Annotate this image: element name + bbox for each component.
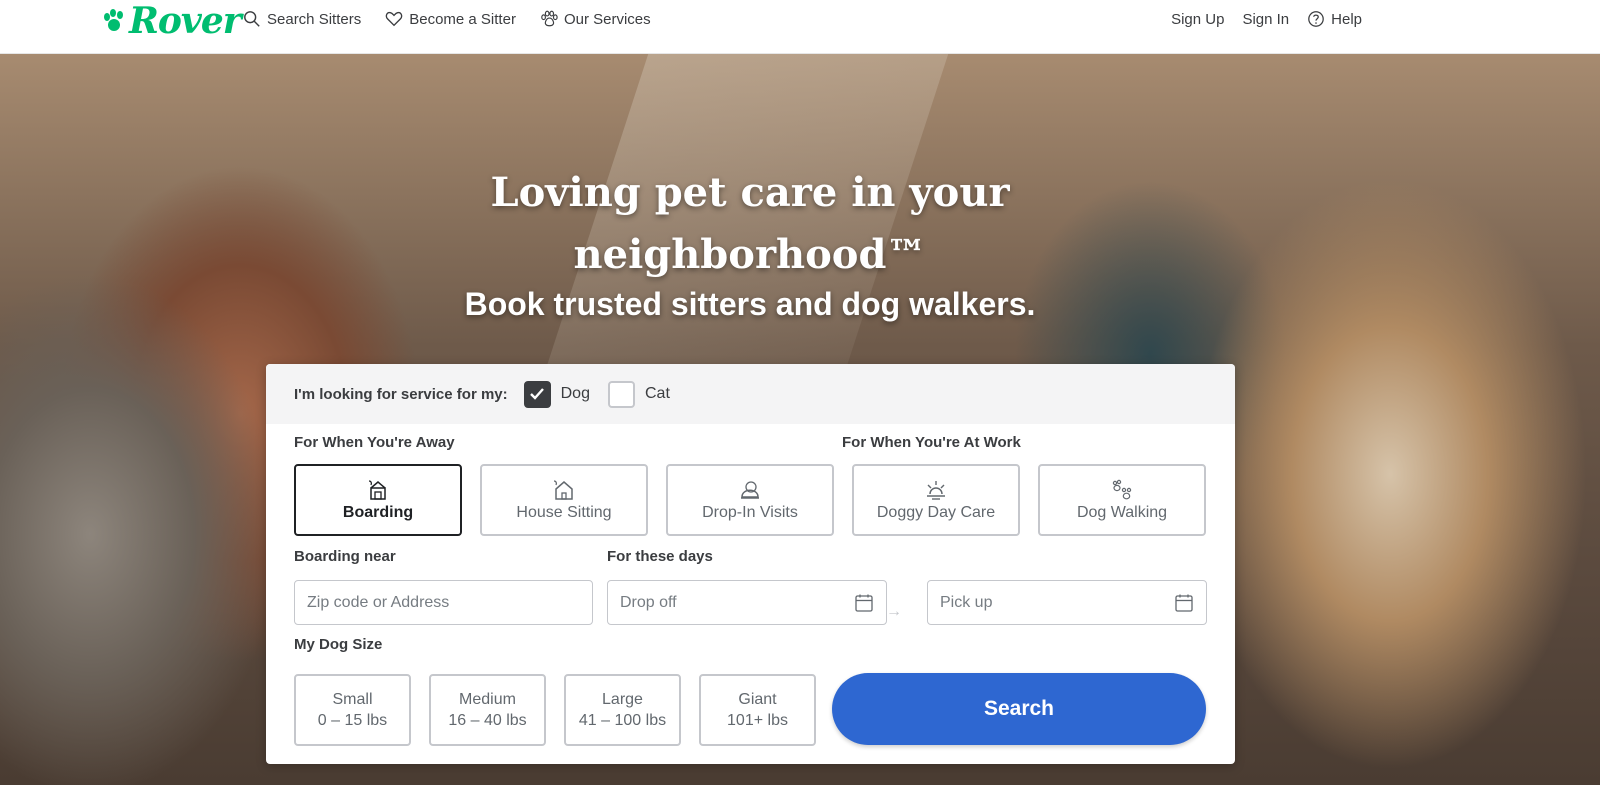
primary-nav: Search Sitters Become a Sitter Our Servi… — [243, 0, 651, 38]
hero-title-line1: Loving pet care in your — [490, 169, 1010, 216]
hero-subtitle: Book trusted sitters and dog walkers. — [464, 286, 1036, 322]
location-input[interactable]: Zip code or Address — [294, 580, 593, 625]
service-options: Boarding House Sitting Drop-In Visits Do… — [294, 464, 1206, 536]
service-label: Drop-In Visits — [702, 503, 798, 521]
size-small[interactable]: Small 0 – 15 lbs — [294, 674, 411, 746]
service-label: Boarding — [342, 503, 414, 521]
service-drop-in-visits[interactable]: Drop-In Visits — [666, 464, 834, 536]
search-form: I'm looking for service for my: Dog Cat … — [266, 364, 1235, 764]
nav-label: Our Services — [563, 10, 651, 28]
checkbox-box — [607, 380, 635, 408]
nav-search-sitters[interactable]: Search Sitters — [243, 10, 361, 28]
help-label: Help — [1331, 10, 1362, 28]
date-range-arrow-icon: → — [886, 603, 902, 620]
calendar-icon[interactable] — [1174, 593, 1194, 613]
size-name: Giant — [738, 691, 777, 708]
brand-name: Rover — [129, 0, 242, 42]
paw-prints-icon — [1112, 479, 1132, 499]
service-label: Dog Walking — [1076, 503, 1168, 521]
cat-label: Cat — [644, 385, 670, 402]
sign-in-label: Sign In — [1242, 10, 1290, 28]
nav-label: Search Sitters — [267, 10, 362, 28]
location-placeholder: Zip code or Address — [307, 593, 450, 611]
hero-title: Loving pet care in your neighborhood™ — [330, 162, 1170, 286]
heart-icon — [385, 11, 403, 27]
checkmark-icon — [530, 388, 545, 400]
search-button[interactable]: Search — [832, 673, 1206, 745]
size-name: Small — [332, 691, 373, 708]
pet-type-label: I'm looking for service for my: — [294, 385, 508, 403]
checkbox-box — [523, 380, 551, 408]
top-navigation: Rover Search Sitters Become a Sitter Our… — [0, 0, 1600, 54]
help-link[interactable]: Help — [1307, 10, 1362, 28]
hero-title-line2: neighborhood™ — [573, 231, 927, 278]
sun-icon — [927, 480, 945, 500]
size-range: 41 – 100 lbs — [578, 712, 667, 729]
service-doggy-day-care[interactable]: Doggy Day Care — [852, 464, 1020, 536]
search-icon — [244, 11, 260, 27]
dates-label: For these days — [607, 548, 713, 565]
away-services-label: For When You're Away — [294, 434, 455, 451]
size-name: Medium — [459, 691, 516, 708]
nav-label: Become a Sitter — [409, 10, 516, 28]
size-large[interactable]: Large 41 – 100 lbs — [564, 674, 681, 746]
service-boarding[interactable]: Boarding — [294, 464, 462, 536]
drop-off-placeholder: Drop off — [620, 593, 677, 611]
sign-in-link[interactable]: Sign In — [1242, 11, 1289, 28]
service-dog-walking[interactable]: Dog Walking — [1038, 464, 1206, 536]
nav-become-sitter[interactable]: Become a Sitter — [385, 10, 516, 28]
boarding-icon — [368, 479, 386, 500]
account-nav: Sign Up Sign In Help — [1171, 0, 1362, 38]
dog-label: Dog — [560, 385, 590, 402]
service-label: Doggy Day Care — [876, 503, 996, 521]
cat-checkbox[interactable]: Cat — [607, 380, 670, 408]
drop-off-date-input[interactable]: Drop off — [607, 580, 887, 625]
house-icon — [553, 479, 573, 500]
size-giant[interactable]: Giant 101+ lbs — [699, 674, 816, 746]
size-medium[interactable]: Medium 16 – 40 lbs — [429, 674, 546, 746]
nav-our-services[interactable]: Our Services — [540, 10, 651, 28]
calendar-icon[interactable] — [854, 593, 874, 613]
size-range: 101+ lbs — [727, 712, 788, 729]
pick-up-date-input[interactable]: Pick up — [927, 580, 1207, 625]
size-range: 0 – 15 lbs — [317, 712, 388, 729]
drop-in-icon — [741, 480, 759, 499]
dog-checkbox[interactable]: Dog — [523, 380, 590, 408]
pet-type-row: I'm looking for service for my: Dog Cat — [266, 364, 1235, 424]
work-services-label: For When You're At Work — [842, 434, 1021, 451]
sign-up-link[interactable]: Sign Up — [1171, 11, 1224, 28]
dog-size-label: My Dog Size — [294, 636, 383, 653]
paw-icon — [541, 10, 558, 27]
location-label: Boarding near — [294, 548, 396, 565]
dog-size-options: Small 0 – 15 lbs Medium 16 – 40 lbs Larg… — [294, 674, 816, 746]
service-house-sitting[interactable]: House Sitting — [480, 464, 648, 536]
help-icon — [1308, 11, 1324, 27]
sign-up-label: Sign Up — [1171, 10, 1225, 28]
service-label: House Sitting — [516, 503, 612, 521]
paw-logo-icon — [104, 9, 123, 31]
pick-up-placeholder: Pick up — [940, 593, 993, 611]
size-range: 16 – 40 lbs — [448, 712, 527, 729]
rover-logo[interactable]: Rover — [101, 0, 242, 42]
size-name: Large — [602, 691, 643, 708]
